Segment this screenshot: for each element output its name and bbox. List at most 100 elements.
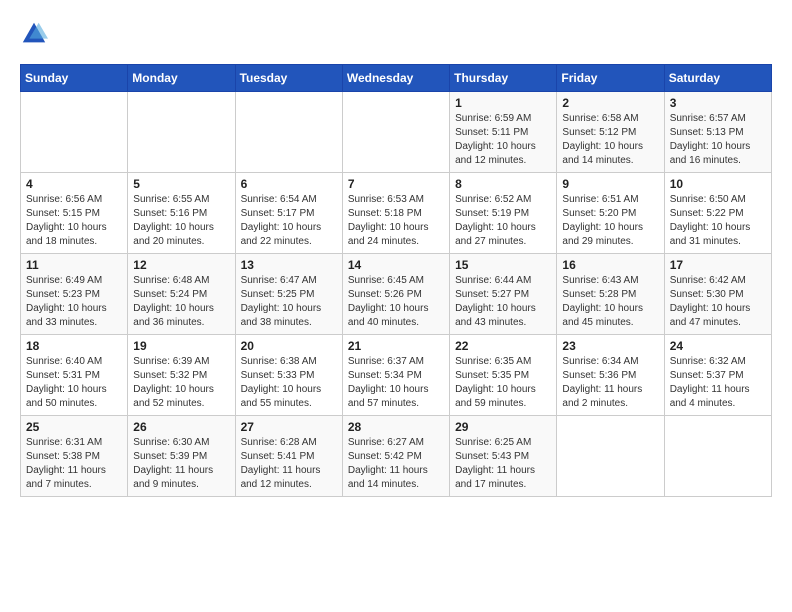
calendar-cell: 7 Sunrise: 6:53 AM Sunset: 5:18 PM Daylig… [342, 173, 449, 254]
calendar-cell: 28 Sunrise: 6:27 AM Sunset: 5:42 PM Dayli… [342, 416, 449, 497]
day-number: 25 [26, 420, 122, 434]
day-info: Sunrise: 6:38 AM Sunset: 5:33 PM Dayligh… [241, 355, 337, 411]
day-number: 24 [670, 339, 766, 353]
column-header-monday: Monday [128, 65, 235, 92]
day-info: Sunrise: 6:34 AM Sunset: 5:36 PM Dayligh… [562, 355, 658, 411]
calendar-cell: 29Sunrise: 6:25 AM Sunset: 5:43 PM Dayli… [450, 416, 557, 497]
calendar-cell [557, 416, 664, 497]
calendar-week-3: 11 Sunrise: 6:49 AM Sunset: 5:23 PM Dayli… [21, 254, 772, 335]
logo-icon [20, 20, 48, 48]
calendar-cell: 18 Sunrise: 6:40 AM Sunset: 5:31 PM Dayli… [21, 335, 128, 416]
day-number: 19 [133, 339, 229, 353]
day-info: Sunrise: 6:40 AM Sunset: 5:31 PM Dayligh… [26, 355, 122, 411]
day-info: Sunrise: 6:49 AM Sunset: 5:23 PM Dayligh… [26, 274, 122, 330]
day-number: 21 [348, 339, 444, 353]
day-number: 10 [670, 177, 766, 191]
calendar-week-5: 25 Sunrise: 6:31 AM Sunset: 5:38 PM Dayli… [21, 416, 772, 497]
day-info: Sunrise: 6:28 AM Sunset: 5:41 PM Dayligh… [241, 436, 337, 492]
calendar-header-row: SundayMondayTuesdayWednesdayThursdayFrid… [21, 65, 772, 92]
column-header-sunday: Sunday [21, 65, 128, 92]
calendar-cell: 14 Sunrise: 6:45 AM Sunset: 5:26 PM Dayli… [342, 254, 449, 335]
day-number: 14 [348, 258, 444, 272]
day-number: 8 [455, 177, 551, 191]
day-number: 13 [241, 258, 337, 272]
day-info: Sunrise: 6:59 AM Sunset: 5:11 PM Dayligh… [455, 112, 551, 168]
calendar-cell: 5 Sunrise: 6:55 AM Sunset: 5:16 PM Daylig… [128, 173, 235, 254]
day-info: Sunrise: 6:58 AM Sunset: 5:12 PM Dayligh… [562, 112, 658, 168]
day-info: Sunrise: 6:48 AM Sunset: 5:24 PM Dayligh… [133, 274, 229, 330]
day-number: 5 [133, 177, 229, 191]
calendar-cell [664, 416, 771, 497]
calendar-cell: 4 Sunrise: 6:56 AM Sunset: 5:15 PM Daylig… [21, 173, 128, 254]
calendar-week-2: 4 Sunrise: 6:56 AM Sunset: 5:15 PM Daylig… [21, 173, 772, 254]
calendar-cell: 21 Sunrise: 6:37 AM Sunset: 5:34 PM Dayli… [342, 335, 449, 416]
day-number: 15 [455, 258, 551, 272]
day-number: 18 [26, 339, 122, 353]
column-header-saturday: Saturday [664, 65, 771, 92]
day-info: Sunrise: 6:44 AM Sunset: 5:27 PM Dayligh… [455, 274, 551, 330]
day-info: Sunrise: 6:54 AM Sunset: 5:17 PM Dayligh… [241, 193, 337, 249]
day-number: 17 [670, 258, 766, 272]
day-number: 20 [241, 339, 337, 353]
day-number: 7 [348, 177, 444, 191]
calendar-cell: 16Sunrise: 6:43 AM Sunset: 5:28 PM Dayli… [557, 254, 664, 335]
day-number: 3 [670, 96, 766, 110]
day-info: Sunrise: 6:42 AM Sunset: 5:30 PM Dayligh… [670, 274, 766, 330]
calendar-cell: 20 Sunrise: 6:38 AM Sunset: 5:33 PM Dayli… [235, 335, 342, 416]
day-info: Sunrise: 6:53 AM Sunset: 5:18 PM Dayligh… [348, 193, 444, 249]
day-info: Sunrise: 6:45 AM Sunset: 5:26 PM Dayligh… [348, 274, 444, 330]
calendar-cell: 17 Sunrise: 6:42 AM Sunset: 5:30 PM Dayli… [664, 254, 771, 335]
day-info: Sunrise: 6:43 AM Sunset: 5:28 PM Dayligh… [562, 274, 658, 330]
calendar-cell: 24 Sunrise: 6:32 AM Sunset: 5:37 PM Dayli… [664, 335, 771, 416]
day-number: 26 [133, 420, 229, 434]
column-header-wednesday: Wednesday [342, 65, 449, 92]
day-info: Sunrise: 6:50 AM Sunset: 5:22 PM Dayligh… [670, 193, 766, 249]
logo [20, 20, 52, 48]
calendar-cell: 15 Sunrise: 6:44 AM Sunset: 5:27 PM Dayli… [450, 254, 557, 335]
calendar-cell [128, 92, 235, 173]
calendar-table: SundayMondayTuesdayWednesdayThursdayFrid… [20, 64, 772, 497]
calendar-cell: 26 Sunrise: 6:30 AM Sunset: 5:39 PM Dayli… [128, 416, 235, 497]
day-info: Sunrise: 6:30 AM Sunset: 5:39 PM Dayligh… [133, 436, 229, 492]
calendar-cell: 8 Sunrise: 6:52 AM Sunset: 5:19 PM Daylig… [450, 173, 557, 254]
day-info: Sunrise: 6:27 AM Sunset: 5:42 PM Dayligh… [348, 436, 444, 492]
day-info: Sunrise: 6:25 AM Sunset: 5:43 PM Dayligh… [455, 436, 551, 492]
day-info: Sunrise: 6:39 AM Sunset: 5:32 PM Dayligh… [133, 355, 229, 411]
calendar-cell: 10 Sunrise: 6:50 AM Sunset: 5:22 PM Dayli… [664, 173, 771, 254]
calendar-cell [21, 92, 128, 173]
column-header-thursday: Thursday [450, 65, 557, 92]
day-number: 4 [26, 177, 122, 191]
day-number: 28 [348, 420, 444, 434]
calendar-cell: 25 Sunrise: 6:31 AM Sunset: 5:38 PM Dayli… [21, 416, 128, 497]
calendar-cell: 3Sunrise: 6:57 AM Sunset: 5:13 PM Daylig… [664, 92, 771, 173]
page-header [20, 20, 772, 48]
calendar-cell: 2 Sunrise: 6:58 AM Sunset: 5:12 PM Daylig… [557, 92, 664, 173]
day-number: 2 [562, 96, 658, 110]
day-info: Sunrise: 6:51 AM Sunset: 5:20 PM Dayligh… [562, 193, 658, 249]
day-info: Sunrise: 6:37 AM Sunset: 5:34 PM Dayligh… [348, 355, 444, 411]
calendar-cell: 23 Sunrise: 6:34 AM Sunset: 5:36 PM Dayli… [557, 335, 664, 416]
calendar-cell: 12 Sunrise: 6:48 AM Sunset: 5:24 PM Dayli… [128, 254, 235, 335]
day-number: 23 [562, 339, 658, 353]
day-number: 27 [241, 420, 337, 434]
day-info: Sunrise: 6:56 AM Sunset: 5:15 PM Dayligh… [26, 193, 122, 249]
day-number: 1 [455, 96, 551, 110]
calendar-cell: 22 Sunrise: 6:35 AM Sunset: 5:35 PM Dayli… [450, 335, 557, 416]
day-info: Sunrise: 6:52 AM Sunset: 5:19 PM Dayligh… [455, 193, 551, 249]
day-number: 9 [562, 177, 658, 191]
day-info: Sunrise: 6:32 AM Sunset: 5:37 PM Dayligh… [670, 355, 766, 411]
calendar-cell: 13Sunrise: 6:47 AM Sunset: 5:25 PM Dayli… [235, 254, 342, 335]
calendar-cell: 9 Sunrise: 6:51 AM Sunset: 5:20 PM Daylig… [557, 173, 664, 254]
day-number: 11 [26, 258, 122, 272]
day-info: Sunrise: 6:55 AM Sunset: 5:16 PM Dayligh… [133, 193, 229, 249]
day-number: 22 [455, 339, 551, 353]
calendar-cell: 11 Sunrise: 6:49 AM Sunset: 5:23 PM Dayli… [21, 254, 128, 335]
day-info: Sunrise: 6:35 AM Sunset: 5:35 PM Dayligh… [455, 355, 551, 411]
calendar-cell: 6Sunrise: 6:54 AM Sunset: 5:17 PM Daylig… [235, 173, 342, 254]
column-header-friday: Friday [557, 65, 664, 92]
calendar-week-1: 1 Sunrise: 6:59 AM Sunset: 5:11 PM Daylig… [21, 92, 772, 173]
day-number: 12 [133, 258, 229, 272]
calendar-cell [235, 92, 342, 173]
day-info: Sunrise: 6:31 AM Sunset: 5:38 PM Dayligh… [26, 436, 122, 492]
calendar-cell: 19 Sunrise: 6:39 AM Sunset: 5:32 PM Dayli… [128, 335, 235, 416]
